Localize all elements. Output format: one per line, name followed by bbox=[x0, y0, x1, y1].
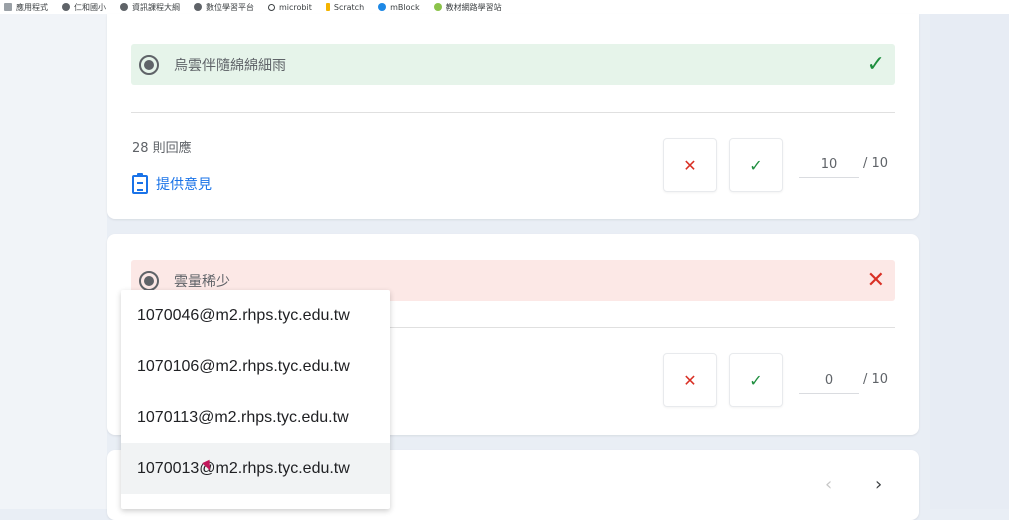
radio-selected-icon bbox=[139, 54, 159, 75]
email-option[interactable]: 1070013@m2.rhps.tyc.edu.tw bbox=[121, 443, 390, 494]
close-icon: ✕ bbox=[866, 267, 885, 293]
bookmark-learning-platform[interactable]: 數位學習平台 bbox=[194, 2, 254, 13]
score-input[interactable] bbox=[799, 367, 859, 394]
score-total: / 10 bbox=[863, 372, 889, 387]
divider bbox=[131, 112, 895, 113]
score-input[interactable] bbox=[799, 151, 859, 178]
add-feedback-link[interactable]: 提供意見 bbox=[132, 172, 212, 194]
mark-correct-button[interactable]: ✓ bbox=[729, 138, 783, 192]
question-card-1: 烏雲伴隨綿綿細雨 ✓ 28 則回應 提供意見 ✕ ✓ / 10 bbox=[107, 14, 919, 219]
check-icon: ✓ bbox=[866, 51, 885, 77]
bookmarks-bar: 應用程式 仁和國小 資訊課程大綱 數位學習平台 microbit Scratch… bbox=[0, 0, 1009, 14]
response-count: 28 則回應 bbox=[132, 141, 192, 156]
page-background-left bbox=[0, 14, 107, 509]
check-icon: ✓ bbox=[749, 155, 763, 175]
close-icon: ✕ bbox=[683, 155, 697, 175]
microbit-icon bbox=[268, 3, 275, 11]
mblock-icon bbox=[378, 3, 387, 11]
email-option[interactable]: 1070046@m2.rhps.tyc.edu.tw bbox=[121, 290, 390, 341]
answer-text: 雲量稀少 bbox=[174, 273, 230, 290]
mark-incorrect-button[interactable]: ✕ bbox=[663, 353, 717, 407]
bookmark-scratch[interactable]: Scratch bbox=[325, 3, 364, 12]
globe-icon bbox=[62, 3, 70, 11]
bookmark-course-outline[interactable]: 資訊課程大綱 bbox=[120, 2, 180, 13]
answer-text: 烏雲伴隨綿綿細雨 bbox=[174, 57, 286, 74]
leaf-icon bbox=[433, 3, 442, 11]
mark-incorrect-button[interactable]: ✕ bbox=[663, 138, 717, 192]
chevron-left-icon[interactable]: ‹ bbox=[825, 474, 832, 495]
score-total: / 10 bbox=[863, 156, 889, 171]
feedback-label: 提供意見 bbox=[156, 177, 212, 193]
chevron-right-icon[interactable]: › bbox=[875, 474, 882, 495]
scratch-icon bbox=[325, 3, 330, 11]
email-option[interactable]: 1070113@m2.rhps.tyc.edu.tw bbox=[121, 392, 390, 443]
bookmark-mblock[interactable]: mBlock bbox=[378, 3, 420, 12]
globe-icon bbox=[194, 3, 202, 11]
respondent-email-dropdown: 1070046@m2.rhps.tyc.edu.tw 1070106@m2.rh… bbox=[121, 290, 390, 509]
globe-icon bbox=[120, 3, 128, 11]
clipboard-icon bbox=[132, 172, 148, 194]
check-icon: ✓ bbox=[749, 370, 763, 390]
bookmark-teaching-materials[interactable]: 教材網路學習站 bbox=[433, 2, 502, 13]
mark-correct-button[interactable]: ✓ bbox=[729, 353, 783, 407]
page-background-right bbox=[930, 14, 1009, 509]
radio-selected-icon bbox=[139, 270, 159, 291]
bookmark-renhe[interactable]: 仁和國小 bbox=[62, 2, 106, 13]
bookmark-microbit[interactable]: microbit bbox=[268, 3, 312, 12]
close-icon: ✕ bbox=[683, 370, 697, 390]
bookmark-apps[interactable]: 應用程式 bbox=[4, 2, 48, 13]
apps-icon bbox=[4, 3, 12, 11]
email-option[interactable]: 1070106@m2.rhps.tyc.edu.tw bbox=[121, 341, 390, 392]
answer-option-correct: 烏雲伴隨綿綿細雨 ✓ bbox=[131, 44, 895, 85]
